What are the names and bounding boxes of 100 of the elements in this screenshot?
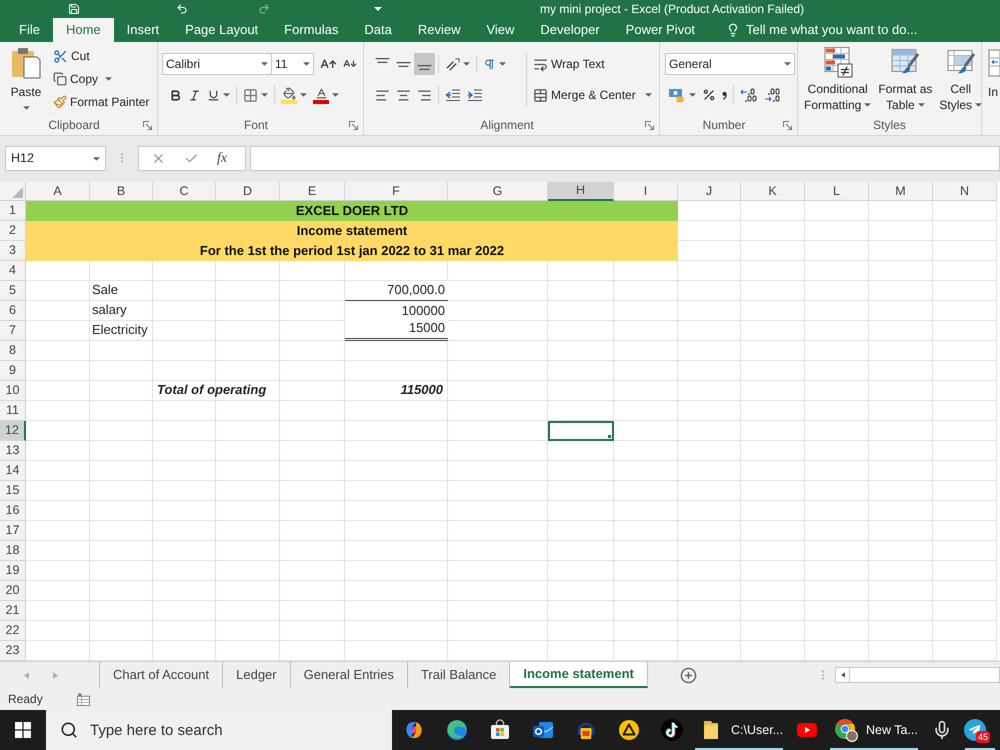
copy-button[interactable]: Copy [50, 68, 152, 90]
row-header[interactable]: 21 [0, 601, 26, 621]
caret-icon [784, 62, 791, 66]
undo-icon[interactable] [176, 3, 188, 15]
style-button[interactable]: Conditional Formatting [802, 46, 874, 113]
column-header[interactable]: D [216, 182, 280, 201]
row-header[interactable]: 22 [0, 621, 26, 641]
caret-icon [300, 93, 307, 97]
dialog-launcher-icon[interactable] [143, 120, 152, 130]
ribbon-tab[interactable]: Home [52, 18, 114, 42]
dialog-launcher-icon[interactable] [783, 120, 792, 130]
caret-icon [261, 62, 268, 66]
column-header[interactable]: M [869, 182, 933, 201]
row-header[interactable]: 3 [0, 241, 26, 261]
column-header[interactable]: H [548, 182, 614, 201]
style-button[interactable]: Cell Styles [937, 46, 984, 113]
row-header[interactable]: 14 [0, 461, 26, 481]
comma-icon [722, 90, 727, 100]
row-header[interactable]: 8 [0, 341, 26, 361]
row-header[interactable]: 2 [0, 221, 26, 241]
column-header[interactable]: J [678, 182, 741, 201]
row-header[interactable]: 17 [0, 521, 26, 541]
column-header[interactable]: L [805, 182, 869, 201]
cut-button[interactable]: Cut [50, 45, 152, 67]
row-header[interactable]: 4 [0, 261, 26, 281]
four-squares-icon [15, 722, 31, 738]
column-header[interactable]: G [448, 182, 548, 201]
row-header[interactable]: 16 [0, 501, 26, 521]
horizontal-scrollbar[interactable] [835, 667, 1000, 683]
vertical-align-button[interactable] [414, 53, 435, 75]
font-size-dropdown[interactable]: 11 [272, 53, 314, 75]
row-header[interactable]: 9 [0, 361, 26, 381]
row-header[interactable]: 20 [0, 581, 26, 601]
indent-decrease-icon [445, 87, 461, 103]
dialog-launcher-icon[interactable] [349, 120, 358, 130]
ribbon-tab[interactable]: Review [404, 18, 474, 42]
sheet-record-icon[interactable] [76, 692, 90, 706]
row-header[interactable]: 15 [0, 481, 26, 501]
decimal-arrow-left-icon [740, 87, 758, 103]
ribbon-tab[interactable]: Formulas [271, 18, 352, 42]
triangle-circle-icon[interactable] [616, 718, 640, 742]
row-header[interactable]: 11 [0, 401, 26, 421]
caret-icon [105, 77, 112, 81]
formula-input[interactable] [250, 146, 1000, 171]
taskbar-window-label[interactable]: C:\User... [731, 720, 784, 740]
row-header[interactable]: 7 [0, 321, 26, 341]
column-header[interactable]: N [933, 182, 997, 201]
column-header[interactable]: C [153, 182, 216, 201]
row-header[interactable]: 12 [0, 421, 26, 441]
column-header[interactable]: E [280, 182, 345, 201]
insert-function-label[interactable]: fx [217, 148, 228, 169]
ribbon-tab[interactable]: View [473, 18, 528, 42]
music-note-icon[interactable] [660, 718, 684, 742]
dialog-launcher-icon[interactable] [645, 120, 654, 130]
caret-icon[interactable] [374, 7, 382, 11]
insert-button[interactable]: In [982, 42, 1000, 135]
row-header[interactable]: 10 [0, 381, 26, 401]
row-header[interactable]: 19 [0, 561, 26, 581]
wrap-text-button[interactable]: Wrap Text [530, 53, 655, 75]
cancel-icon[interactable] [151, 151, 166, 166]
ribbon-tab[interactable]: Page Layout [172, 18, 272, 42]
row-header[interactable]: 23 [0, 641, 26, 661]
row-header[interactable]: 1 [0, 201, 26, 221]
left-triangle-icon[interactable] [840, 672, 844, 678]
bold-icon [169, 88, 182, 102]
save-icon[interactable] [68, 3, 80, 15]
redo-icon[interactable] [258, 3, 270, 15]
ribbon-tab[interactable]: File [6, 18, 53, 42]
plus-circle-icon[interactable] [680, 666, 697, 684]
tell-me-button[interactable]: Tell me what you want to do... [726, 18, 918, 42]
column-header[interactable]: K [741, 182, 805, 201]
ribbon-tab[interactable]: Data [351, 18, 405, 42]
caret-icon [644, 93, 652, 97]
ribbon-tab[interactable]: Power Pivot [612, 18, 708, 42]
round-browser-icon[interactable] [834, 718, 858, 742]
merge-center-button[interactable]: Merge & Center [530, 84, 655, 106]
number-format-dropdown[interactable]: General [665, 53, 795, 75]
search-field[interactable]: Type here to search [90, 718, 392, 742]
font-name-dropdown[interactable]: Calibri [162, 53, 272, 75]
row-header[interactable]: 18 [0, 541, 26, 561]
column-header[interactable]: I [614, 182, 678, 201]
row-header[interactable]: 13 [0, 441, 26, 461]
paste-button[interactable]: Paste [5, 45, 47, 115]
search-bar[interactable]: Type here to search [46, 710, 392, 750]
format-painter-button[interactable]: Format Painter [50, 91, 152, 113]
selected-cell[interactable] [548, 421, 614, 441]
wave-circle-icon[interactable] [444, 718, 468, 742]
taskbar-window-label[interactable]: New Ta... [866, 720, 918, 740]
sheet-tab[interactable]: Income statement [510, 662, 648, 688]
column-header[interactable]: A [26, 182, 90, 201]
header-band: For the 1st the period 1st jan 2022 to 31 mar 2022 [26, 241, 678, 261]
style-button[interactable]: Format as Table [876, 46, 934, 113]
name-box[interactable]: H12 [5, 146, 106, 171]
wrap-text-icon [533, 56, 548, 72]
row-header[interactable]: 5 [0, 281, 26, 301]
column-header[interactable]: B [90, 182, 153, 201]
column-header[interactable]: F [345, 182, 448, 201]
row-header[interactable]: 6 [0, 301, 26, 321]
ribbon-tab[interactable]: Insert [114, 18, 172, 42]
ribbon-tab[interactable]: Developer [527, 18, 613, 42]
